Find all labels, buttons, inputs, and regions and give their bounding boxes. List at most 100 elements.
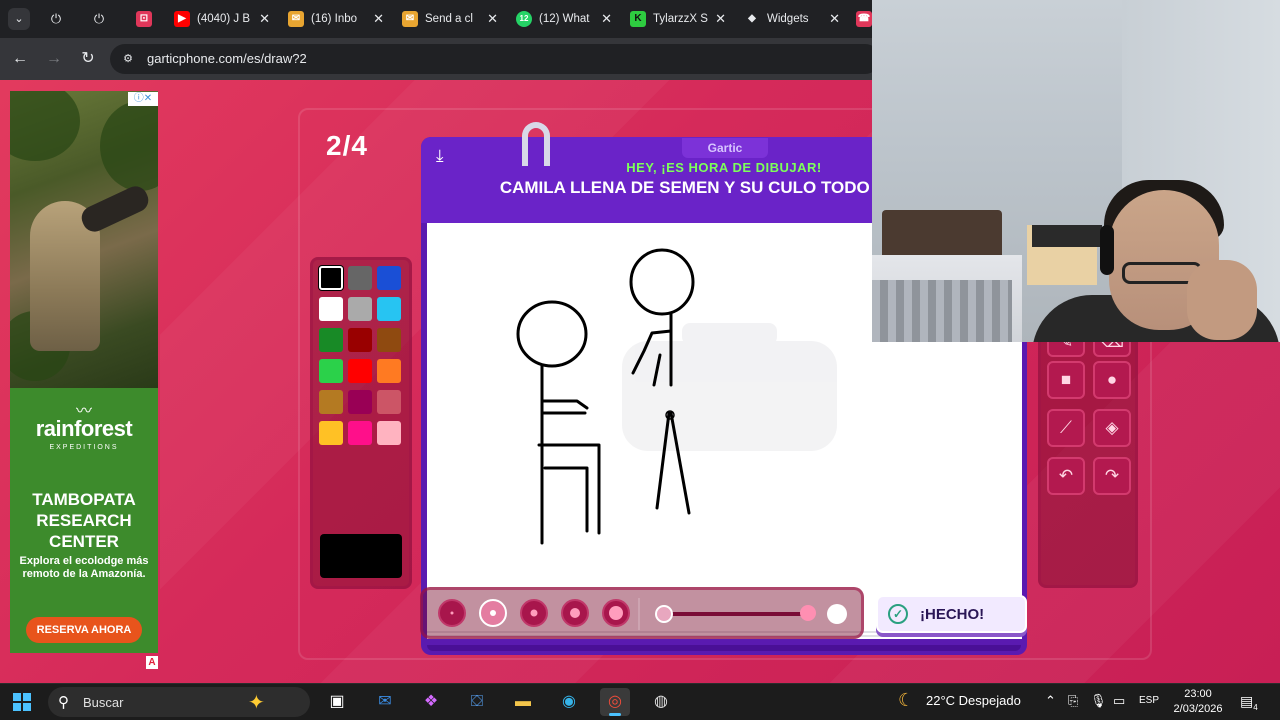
- usb-icon[interactable]: ⎘: [1068, 693, 1078, 709]
- round-counter: 2/4: [326, 130, 368, 161]
- brush-size-4[interactable]: [561, 599, 589, 627]
- weather-text[interactable]: 22°C Despejado: [926, 693, 1021, 708]
- pinned-tab-2[interactable]: ⏻: [89, 9, 109, 29]
- close-icon[interactable]: ✕: [373, 11, 384, 27]
- tab-title: (16) Inbo: [311, 13, 358, 25]
- tab-2[interactable]: ✉ Send a cl ✕: [394, 4, 506, 34]
- color-swatch[interactable]: [319, 266, 343, 290]
- download-icon[interactable]: ⤓: [436, 146, 444, 166]
- close-icon[interactable]: ✕: [601, 11, 612, 27]
- undo-icon[interactable]: ↶: [1047, 457, 1085, 495]
- color-swatch[interactable]: [319, 297, 343, 321]
- color-swatch[interactable]: [377, 359, 401, 383]
- tab-5[interactable]: ◆ Widgets ✕: [736, 4, 848, 34]
- done-button[interactable]: ✓ ¡HECHO!: [876, 595, 1027, 633]
- close-icon[interactable]: ✕: [829, 11, 840, 27]
- ad-badge[interactable]: A: [146, 656, 158, 669]
- color-swatch[interactable]: [348, 297, 372, 321]
- opacity-max-knob[interactable]: [827, 604, 847, 624]
- tab-0[interactable]: ▶ (4040) J B ✕: [166, 4, 278, 34]
- close-icon[interactable]: ✕: [487, 11, 498, 27]
- line-icon[interactable]: ⟋: [1047, 409, 1085, 447]
- ad-choices-icon[interactable]: ⓘ✕: [128, 92, 158, 106]
- windows-start-icon[interactable]: [13, 693, 31, 711]
- obs-icon[interactable]: ◍: [646, 688, 676, 716]
- color-swatch[interactable]: [319, 390, 343, 414]
- chevron-up-icon[interactable]: ⌃: [1045, 693, 1056, 709]
- forward-arrow-icon[interactable]: →: [44, 49, 64, 69]
- tab-title: TylarzzX S: [653, 13, 708, 25]
- notification-bell-icon[interactable]: ▤4: [1240, 693, 1258, 712]
- selected-color-preview: [320, 534, 402, 578]
- network-icon[interactable]: ▭: [1113, 693, 1125, 709]
- advertisement[interactable]: ⓘ✕ 〰︎ rainforest EXPEDITIONS TAMBOPATA R…: [10, 91, 158, 653]
- search-placeholder: Buscar: [83, 695, 124, 710]
- color-swatch[interactable]: [319, 359, 343, 383]
- color-swatch[interactable]: [348, 359, 372, 383]
- mail-icon: ✉: [402, 11, 418, 27]
- edge-icon[interactable]: ◉: [554, 688, 584, 716]
- ad-brand-sub: EXPEDITIONS: [49, 444, 119, 451]
- tab-search-button[interactable]: ⌄: [8, 8, 30, 30]
- reload-icon[interactable]: ↻: [78, 49, 98, 69]
- taskbar-search[interactable]: ⚲ Buscar ✦: [48, 687, 310, 717]
- color-swatch[interactable]: [348, 421, 372, 445]
- copilot-sparkle-icon: ✦: [248, 692, 265, 714]
- file-explorer-icon[interactable]: ▬: [508, 688, 538, 716]
- close-icon[interactable]: ✕: [259, 11, 270, 27]
- color-swatch[interactable]: [348, 266, 372, 290]
- tab-3[interactable]: 12 (12) What ✕: [508, 4, 620, 34]
- ad-headline: TAMBOPATA RESEARCH CENTER: [32, 490, 136, 551]
- store-icon[interactable]: ⛋: [462, 688, 492, 716]
- site-info-icon[interactable]: ⚙: [120, 51, 136, 67]
- pinned-tab-1[interactable]: ⏻: [46, 9, 66, 29]
- ad-cta-button[interactable]: RESERVA AHORA: [26, 617, 142, 643]
- brush-size-2[interactable]: [479, 599, 507, 627]
- webcam-overlay: [872, 0, 1280, 342]
- redo-icon[interactable]: ↷: [1093, 457, 1131, 495]
- brush-size-bar: [420, 587, 864, 639]
- color-swatch[interactable]: [348, 328, 372, 352]
- color-swatch[interactable]: [377, 421, 401, 445]
- ellipse-icon[interactable]: ●: [1093, 361, 1131, 399]
- weather-moon-icon: ☾: [898, 690, 915, 710]
- tab-title: (12) What: [539, 13, 590, 25]
- tab-4[interactable]: K TylarzzX S ✕: [622, 4, 734, 34]
- gartic-favicon-icon: ⊡: [136, 11, 152, 27]
- back-arrow-icon[interactable]: ←: [10, 49, 30, 69]
- brush-size-5[interactable]: [602, 599, 630, 627]
- clock-date: 2/03/2026: [1173, 703, 1223, 715]
- opacity-min-knob[interactable]: [655, 605, 673, 623]
- copilot-icon[interactable]: ❖: [416, 688, 446, 716]
- rect-icon[interactable]: ■: [1047, 361, 1085, 399]
- clock-time: 23:00: [1184, 688, 1212, 700]
- url-text: garticphone.com/es/draw?2: [147, 51, 307, 66]
- fill-icon[interactable]: ◈: [1093, 409, 1131, 447]
- color-swatch[interactable]: [377, 328, 401, 352]
- search-icon: ⚲: [58, 694, 69, 711]
- color-swatch[interactable]: [319, 421, 343, 445]
- color-swatch[interactable]: [377, 266, 401, 290]
- hook-decoration-icon: [522, 122, 550, 166]
- outlook-icon[interactable]: ✉: [370, 688, 400, 716]
- windows-taskbar: ⚲ Buscar ✦ ▣ ✉ ❖ ⛋ ▬ ◉ ◎ ◍ ☾ 22°C Despej…: [0, 683, 1280, 720]
- task-view-icon[interactable]: ▣: [322, 688, 352, 716]
- microphone-icon[interactable]: 🎙︎: [1090, 693, 1107, 709]
- opacity-slider-track[interactable]: [665, 612, 813, 616]
- color-swatch[interactable]: [348, 390, 372, 414]
- widgets-icon: ◆: [748, 13, 756, 24]
- address-bar[interactable]: ⚙ garticphone.com/es/draw?2: [110, 44, 880, 74]
- draw-instruction: HEY, ¡ES HORA DE DIBUJAR!: [626, 160, 822, 175]
- color-swatch[interactable]: [377, 390, 401, 414]
- close-icon[interactable]: ✕: [715, 11, 726, 27]
- language-indicator[interactable]: ESP: [1139, 695, 1159, 706]
- brush-size-1[interactable]: [438, 599, 466, 627]
- chrome-icon[interactable]: ◎: [600, 688, 630, 716]
- clock[interactable]: 23:00 2/03/2026: [1170, 687, 1226, 717]
- color-swatch[interactable]: [377, 297, 401, 321]
- done-label: ¡HECHO!: [920, 606, 985, 623]
- brush-size-3[interactable]: [520, 599, 548, 627]
- color-swatch[interactable]: [319, 328, 343, 352]
- tab-1[interactable]: ✉ (16) Inbo ✕: [280, 4, 392, 34]
- opacity-slider-handle[interactable]: [800, 605, 816, 621]
